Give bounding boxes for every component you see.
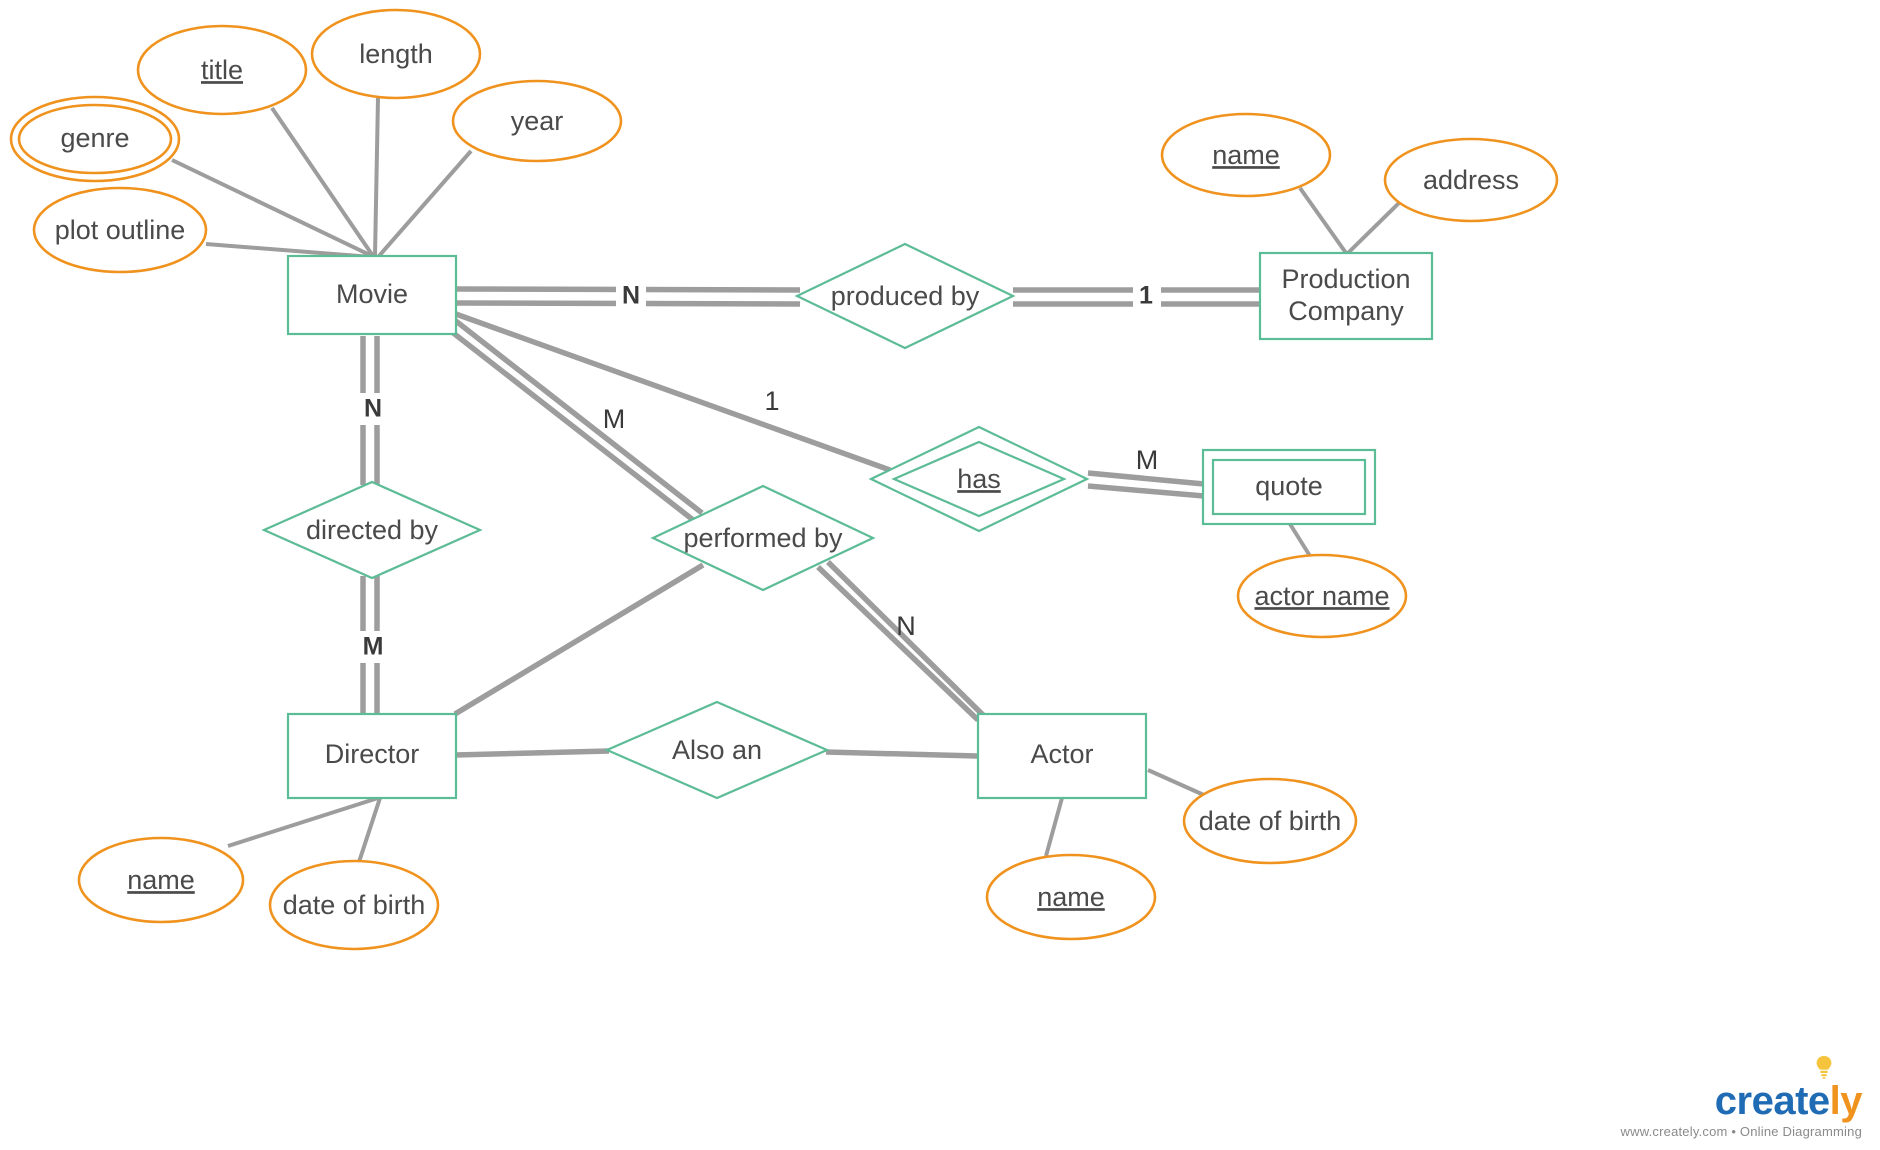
relationship-also-an[interactable]: Also an [604, 700, 830, 800]
connector-director-name [227, 796, 379, 848]
cardinality-has-quote: M [1136, 445, 1159, 475]
cardinality-movie-performed-by: M [603, 404, 626, 434]
attribute-production-company-name[interactable]: name [1160, 112, 1332, 198]
relationship-has[interactable]: has [868, 425, 1090, 533]
er-diagram-svg: genre title length year plot outline nam… [9, 8, 1559, 951]
connector-director-performed-by [453, 562, 705, 717]
attribute-actor-entity-name[interactable]: name [985, 853, 1157, 941]
relationship-produced-by[interactable]: produced by [794, 242, 1016, 350]
connector-movie-performed-by-b [450, 329, 699, 526]
attribute-length-label: length [359, 39, 433, 69]
entity-director[interactable]: Director [286, 712, 458, 800]
lightbulb-icon [1816, 1056, 1832, 1079]
connector-director-dob [356, 797, 382, 866]
connector-pc-name-prodco [1298, 186, 1348, 255]
relationship-has-label: has [957, 464, 1001, 494]
cardinality-movie-has: 1 [764, 386, 779, 416]
connector-movie-performed-by-a [450, 315, 704, 516]
entity-quote[interactable]: quote [1201, 448, 1377, 526]
connector-movie-has-a [452, 310, 891, 473]
connector-pc-address-prodco [1346, 196, 1406, 255]
relationship-produced-by-label: produced by [831, 281, 980, 311]
cardinality-produced-by-production-company: 1 [1139, 282, 1153, 310]
attribute-production-company-name-label: name [1212, 140, 1280, 170]
attribute-production-company-address[interactable]: address [1383, 137, 1559, 223]
attribute-director-name[interactable]: name [77, 836, 245, 924]
attribute-actor-name-label: actor name [1254, 581, 1389, 611]
attribute-plot-outline-label: plot outline [55, 215, 186, 245]
relationship-directed-by[interactable]: directed by [261, 480, 483, 580]
creately-tagline: www.creately.com • Online Diagramming [1620, 1124, 1862, 1139]
attribute-title-label: title [201, 55, 243, 85]
attribute-genre[interactable]: genre [9, 95, 181, 183]
connector-director-also-an [454, 748, 610, 758]
entity-production-company[interactable]: Production Company [1258, 251, 1434, 341]
entity-director-label: Director [325, 739, 420, 769]
connector-also-an-actor [825, 749, 978, 759]
attribute-director-date-of-birth-label: date of birth [283, 890, 426, 920]
connector-quote-actor-name [1288, 522, 1312, 558]
connector-year-movie [377, 149, 473, 258]
entity-movie[interactable]: Movie [286, 254, 458, 336]
creately-logo-primary: create [1714, 1079, 1830, 1123]
creately-watermark: creately www.creately.com • Online Diagr… [1620, 1056, 1863, 1139]
cardinality-performed-by-actor: N [896, 611, 916, 641]
attribute-genre-label: genre [60, 123, 129, 153]
entity-actor-label: Actor [1030, 739, 1093, 769]
relationship-performed-by-label: performed by [683, 523, 843, 553]
attribute-title[interactable]: title [136, 24, 308, 116]
connector-actor-name [1044, 797, 1064, 857]
entity-production-company-label-line2: Company [1288, 296, 1404, 326]
cardinality-directed-by-director: M [363, 633, 384, 661]
attribute-year-label: year [511, 106, 564, 136]
entity-quote-label: quote [1255, 471, 1323, 501]
entity-movie-label: Movie [336, 279, 408, 309]
creately-logo-accent: ly [1829, 1079, 1863, 1123]
relationship-directed-by-label: directed by [306, 515, 439, 545]
attribute-production-company-address-label: address [1423, 165, 1519, 195]
cardinality-movie-directed-by: N [364, 395, 382, 423]
attribute-actor-name[interactable]: actor name [1236, 553, 1408, 639]
connector-has-quote-b [1087, 483, 1205, 499]
relationship-also-an-label: Also an [672, 735, 762, 765]
connector-performed-by-actor-b [816, 565, 980, 722]
creately-logo: creately [1714, 1056, 1863, 1123]
attribute-actor-date-of-birth-label: date of birth [1199, 806, 1342, 836]
attribute-actor-entity-name-label: name [1037, 882, 1105, 912]
attribute-director-name-label: name [127, 865, 195, 895]
er-diagram-canvas: genre title length year plot outline nam… [0, 0, 1880, 1150]
attribute-length[interactable]: length [310, 8, 482, 100]
entity-production-company-label-line1: Production [1281, 264, 1410, 294]
entity-actor[interactable]: Actor [976, 712, 1148, 800]
attribute-plot-outline[interactable]: plot outline [32, 186, 208, 274]
attribute-year[interactable]: year [451, 79, 623, 163]
attribute-actor-date-of-birth[interactable]: date of birth [1182, 777, 1358, 865]
connector-length-movie [373, 97, 380, 257]
attribute-director-date-of-birth[interactable]: date of birth [268, 859, 440, 951]
cardinality-movie-produced-by: N [622, 282, 640, 310]
